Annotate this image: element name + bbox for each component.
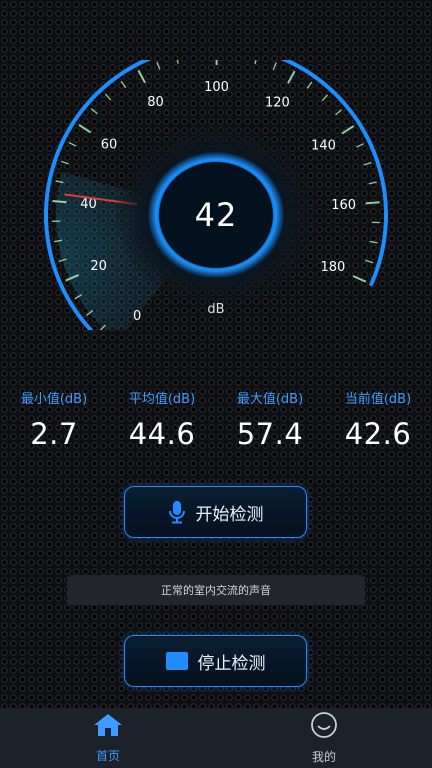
nav-item-me[interactable]: 我的 xyxy=(216,708,432,768)
stat-average-value: 44.6 xyxy=(128,417,196,451)
gauge-minor-tick xyxy=(356,143,364,148)
sound-meter-screen: 0 20 40 60 80 100 120 140 160 180 42 dB 最小值(dB) 2… xyxy=(0,0,432,768)
gauge-minor-tick xyxy=(335,109,343,116)
stat-current: 当前值(dB) 42.6 xyxy=(324,388,432,451)
nav-me-label: 我的 xyxy=(311,749,336,764)
gauge-scale-label: 0 xyxy=(133,309,141,324)
nav-home-label: 首页 xyxy=(95,748,120,763)
stat-current-label: 当前值(dB) xyxy=(344,392,412,407)
stat-average-label: 平均值(dB) xyxy=(128,392,196,407)
current-db-value: 42 xyxy=(194,196,238,234)
bottom-navigation: 首页 我的 xyxy=(0,708,432,768)
gauge-minor-tick xyxy=(68,141,77,147)
decibel-gauge: 0 20 40 60 80 100 120 140 160 180 42 xyxy=(0,60,432,330)
gauge-major-tick xyxy=(365,201,380,205)
gauge-major-tick xyxy=(341,125,355,135)
gauge-minor-tick xyxy=(104,93,112,101)
gauge-minor-tick xyxy=(368,181,377,185)
gauge-minor-tick xyxy=(156,61,161,70)
stat-max-value: 57.4 xyxy=(236,417,304,451)
gauge-major-tick xyxy=(52,200,67,204)
gauge-minor-tick xyxy=(369,240,378,244)
gauge-center-display: 42 xyxy=(150,154,282,276)
stat-current-value: 42.6 xyxy=(344,417,412,451)
gauge-unit-label: dB xyxy=(207,302,225,317)
stat-min-value: 2.7 xyxy=(30,417,78,451)
gauge-minor-tick xyxy=(60,160,69,165)
gauge-scale-label: 160 xyxy=(331,198,356,213)
gauge-major-tick xyxy=(137,70,146,84)
start-detection-button[interactable]: 开始检测 xyxy=(124,486,307,538)
microphone-icon xyxy=(168,500,186,524)
gauge-scale-label: 180 xyxy=(321,260,346,275)
gauge-minor-tick xyxy=(90,108,98,115)
home-icon xyxy=(93,713,123,741)
gauge-minor-tick xyxy=(321,94,329,102)
stat-min-label: 最小值(dB) xyxy=(20,392,88,407)
stat-min: 最小值(dB) 2.7 xyxy=(0,388,108,451)
stop-detection-button[interactable]: 停止检测 xyxy=(124,635,307,687)
gauge-scale-label: 20 xyxy=(90,259,107,274)
gauge-minor-tick xyxy=(272,62,277,71)
gauge-minor-tick xyxy=(254,60,257,65)
gauge-scale-label: 120 xyxy=(265,96,290,111)
stat-max: 最大值(dB) 57.4 xyxy=(216,388,324,451)
gauge-major-tick xyxy=(287,70,296,84)
gauge-scale-label: 60 xyxy=(101,138,118,153)
gauge-minor-tick xyxy=(363,161,372,166)
stop-square-icon xyxy=(165,652,188,670)
gauge-minor-tick xyxy=(120,80,127,89)
gauge-scale-label: 140 xyxy=(311,138,336,153)
gauge-scale-label: 100 xyxy=(204,80,229,95)
stat-max-label: 最大值(dB) xyxy=(236,392,304,407)
noise-description: 正常的室内交流的声音 xyxy=(67,575,365,605)
gauge-major-tick xyxy=(78,124,92,134)
start-detection-label: 开始检测 xyxy=(195,504,264,525)
smiley-face-icon xyxy=(309,711,339,742)
gauge-minor-tick xyxy=(176,60,179,64)
stop-detection-label: 停止检测 xyxy=(197,653,266,674)
gauge-major-tick xyxy=(352,275,367,283)
gauge-minor-tick xyxy=(365,259,374,264)
gauge-scale-label: 80 xyxy=(147,95,164,110)
noise-description-text: 正常的室内交流的声音 xyxy=(161,584,271,597)
stat-average: 平均值(dB) 44.6 xyxy=(108,388,216,451)
gauge-minor-tick xyxy=(306,81,313,89)
nav-item-home[interactable]: 首页 xyxy=(0,708,216,768)
statistics-row: 最小值(dB) 2.7 平均值(dB) 44.6 最大值(dB) 57.4 当前… xyxy=(0,388,432,458)
